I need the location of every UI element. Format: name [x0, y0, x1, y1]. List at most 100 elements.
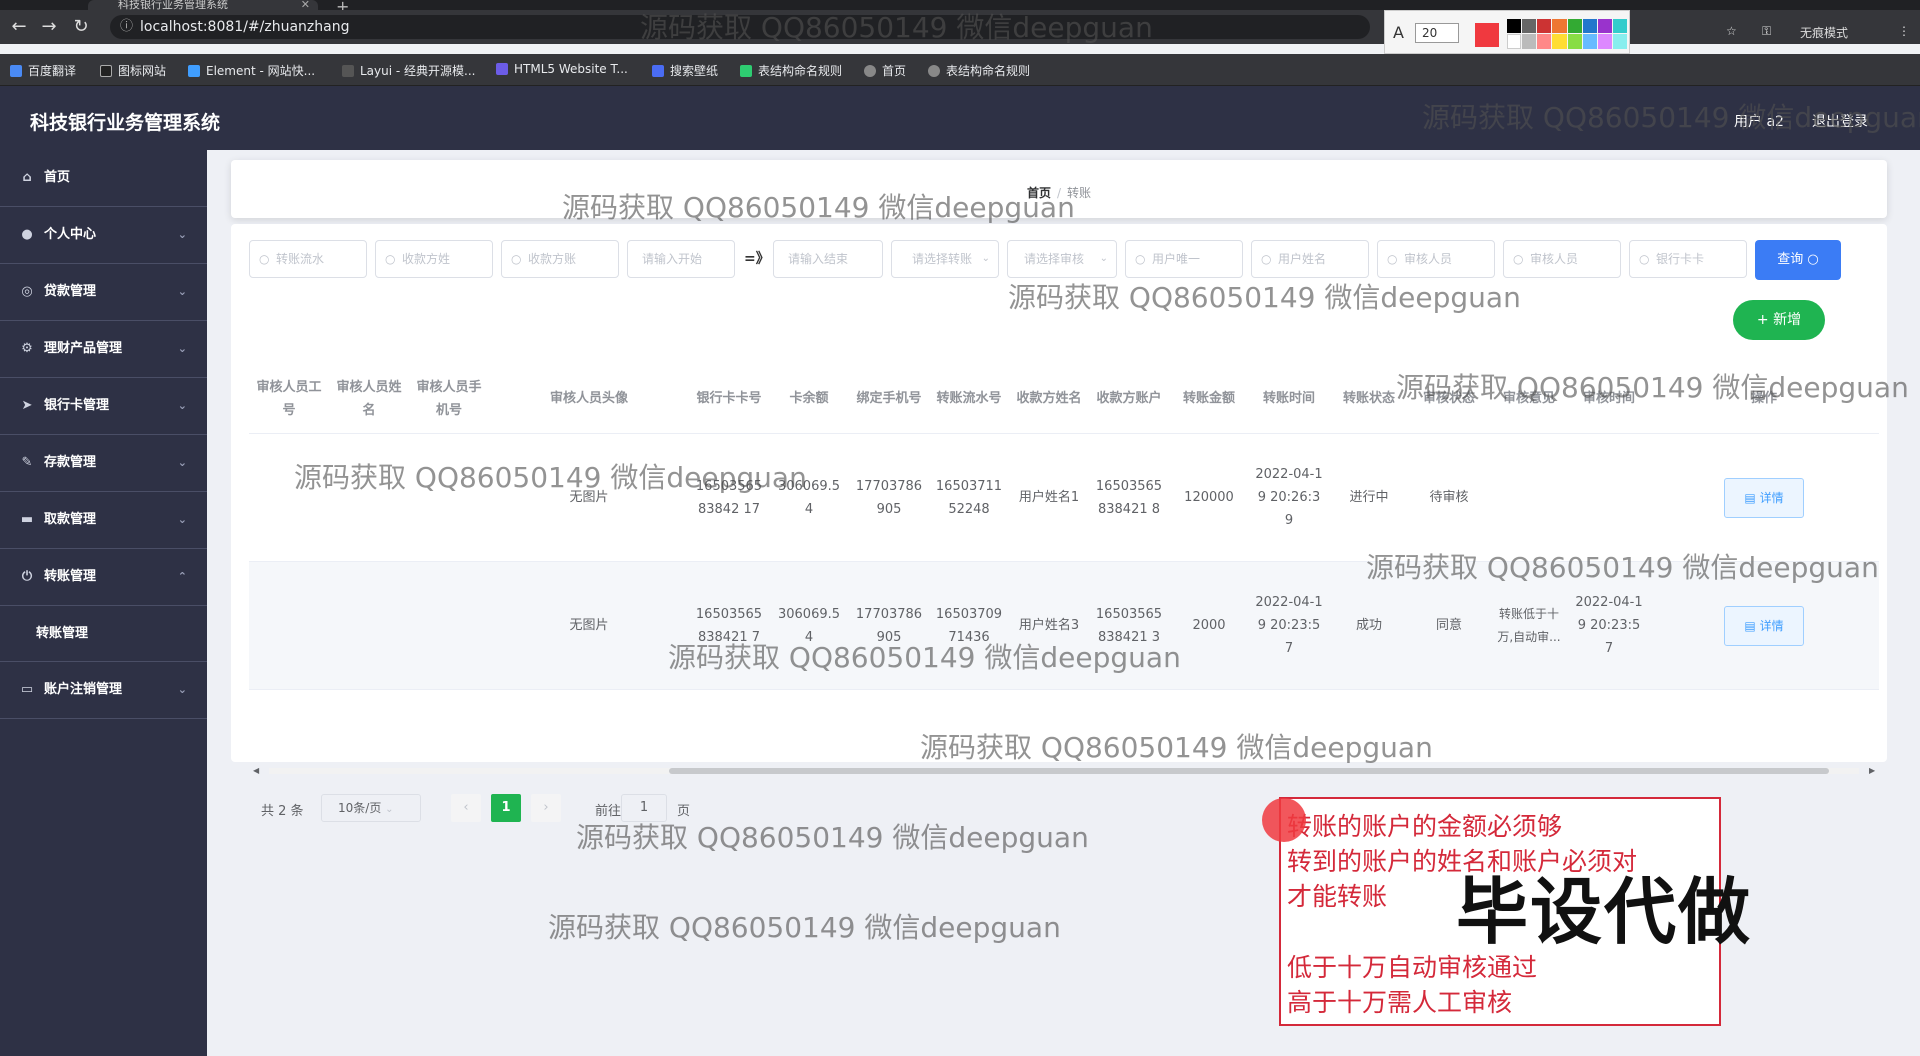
bookmark-item[interactable]: 表结构命名规则: [740, 62, 842, 79]
search-input[interactable]: ○ 收款方姓: [375, 240, 493, 278]
sidebar-item-account-close[interactable]: ▭ 账户注销管理 ⌄: [0, 662, 207, 719]
horizontal-scrollbar[interactable]: ◀ ▶: [249, 764, 1879, 778]
search-input[interactable]: ○ 用户姓名: [1251, 240, 1369, 278]
detail-button[interactable]: ▤ 详情: [1724, 477, 1804, 518]
breadcrumb-home[interactable]: 首页: [1027, 186, 1051, 200]
browser-tab[interactable]: 科技银行业务管理系统 ✕: [88, 0, 318, 10]
search-icon: ○: [511, 252, 522, 266]
column-header: 银行卡卡号: [696, 391, 762, 406]
table-cell: 2022-04-19 20:26:39: [1255, 467, 1323, 528]
incognito-label[interactable]: 无痕模式: [1800, 24, 1848, 41]
search-icon: ○: [1807, 252, 1819, 267]
content-card: ○ 转账流水 ○ 收款方姓 ○ 收款方账 请输入开始 =》 请输入结束 请选择转账 ⌄ …: [231, 224, 1887, 822]
close-tab-icon[interactable]: ✕: [301, 0, 310, 10]
sidebar-item-deposits[interactable]: ✎ 存款管理 ⌄: [0, 435, 207, 492]
promo-text: 毕设代做: [1456, 870, 1753, 954]
column-header: 审核人员姓名: [336, 379, 402, 418]
url-input[interactable]: ⓘ localhost:8081/#/zhuanzhang: [110, 15, 1370, 39]
column-header: 审核人员工号: [256, 379, 322, 418]
reload-icon[interactable]: ↻: [70, 16, 92, 38]
search-input[interactable]: ○ 审核人员: [1377, 240, 1495, 278]
bookmark-item[interactable]: 图标网站: [100, 62, 166, 79]
column-header: 审核时间: [1582, 391, 1635, 406]
power-icon: ⏻: [21, 569, 33, 584]
font-size-select[interactable]: 20: [1415, 23, 1459, 43]
table-cell: 120000: [1184, 490, 1234, 505]
scroll-right-icon[interactable]: ▶: [1869, 764, 1875, 778]
breadcrumb-separator: /: [1056, 186, 1062, 200]
bookmark-item[interactable]: Layui - 经典开源模...: [342, 62, 475, 79]
current-page[interactable]: 1: [491, 794, 521, 822]
column-header: 收款方姓名: [1016, 391, 1082, 406]
chevron-up-icon: ⌃: [177, 570, 187, 583]
current-color-swatch[interactable]: [1475, 23, 1499, 47]
table-cell: [1489, 434, 1569, 561]
color-palette[interactable]: [1507, 19, 1627, 49]
detail-button[interactable]: ▤ 详情: [1724, 605, 1804, 646]
app-header: 科技银行业务管理系统 用户 a2 退出登录: [0, 86, 1920, 150]
chevron-down-icon: ⌄: [177, 513, 187, 526]
user-icon: ●: [21, 227, 33, 242]
site-info-icon[interactable]: ⓘ: [120, 15, 133, 39]
star-icon[interactable]: ☆: [1726, 24, 1737, 38]
query-button[interactable]: 查询 ○: [1755, 240, 1841, 280]
sidebar-item-products[interactable]: ⚙ 理财产品管理 ⌄: [0, 321, 207, 378]
table-cell: 16503565838421 8: [1095, 478, 1163, 517]
sidebar-item-withdrawals[interactable]: ▬ 取款管理 ⌄: [0, 492, 207, 549]
chevron-down-icon: ⌄: [385, 804, 394, 815]
sidebar-item-profile[interactable]: ● 个人中心 ⌄: [0, 207, 207, 264]
search-input[interactable]: ○ 转账流水: [249, 240, 367, 278]
table-cell: [249, 434, 329, 561]
bookmark-item[interactable]: 表结构命名规则: [928, 62, 1030, 79]
bookmark-item[interactable]: HTML5 Website T...: [496, 62, 628, 76]
chevron-down-icon: ⌄: [1099, 253, 1108, 264]
sidebar-item-cards[interactable]: ➤ 银行卡管理 ⌄: [0, 378, 207, 435]
prev-page-button[interactable]: ‹: [451, 794, 481, 822]
goto-page-input[interactable]: 1: [621, 794, 667, 822]
column-header: 转账时间: [1262, 391, 1315, 406]
table-cell: 16503565838421 7: [695, 606, 763, 645]
page-unit-label: 页: [677, 804, 691, 819]
logout-link[interactable]: 退出登录: [1812, 111, 1868, 131]
start-date-input[interactable]: 请输入开始: [627, 240, 735, 278]
action-cell: ▤ 详情: [1649, 562, 1879, 689]
text-tool-icon[interactable]: A: [1393, 23, 1404, 42]
audit-status-select[interactable]: 请选择审核 ⌄: [1007, 240, 1117, 278]
sidebar-subitem-transfers[interactable]: 转账管理: [0, 606, 207, 662]
search-input[interactable]: ○ 收款方账: [501, 240, 619, 278]
scroll-track[interactable]: [269, 768, 1859, 774]
next-page-button[interactable]: ›: [531, 794, 561, 822]
key-icon[interactable]: ⚿: [1762, 24, 1771, 39]
edit-icon: ✎: [21, 455, 33, 470]
bookmark-item[interactable]: 搜索壁纸: [652, 62, 718, 79]
sidebar-item-loans[interactable]: ◎ 贷款管理 ⌄: [0, 264, 207, 321]
column-header: 绑定手机号: [856, 391, 922, 406]
scroll-left-icon[interactable]: ◀: [253, 764, 259, 778]
sidebar-item-transfers[interactable]: ⏻ 转账管理 ⌃: [0, 549, 207, 606]
table-cell: 17703786905: [855, 606, 923, 645]
search-input[interactable]: ○ 银行卡卡: [1629, 240, 1747, 278]
transfer-status-select[interactable]: 请选择转账 ⌄: [891, 240, 999, 278]
table-row: 无图片 16503565838421 7 306069.54 177037869…: [249, 562, 1879, 690]
add-button[interactable]: + 新增: [1733, 300, 1825, 340]
bookmark-item[interactable]: Element - 网站快...: [188, 62, 315, 79]
page-size-select[interactable]: 10条/页 ⌄: [321, 794, 421, 822]
sidebar-item-home[interactable]: ⌂ 首页: [0, 150, 207, 207]
end-date-input[interactable]: 请输入结束: [773, 240, 883, 278]
bookmark-item[interactable]: 百度翻译: [10, 62, 76, 79]
bookmark-item[interactable]: 首页: [864, 62, 906, 79]
table-header: 审核人员工号 审核人员姓名 审核人员手机号 审核人员头像 银行卡卡号 卡余额 绑…: [249, 364, 1879, 434]
back-icon[interactable]: ←: [8, 16, 30, 38]
table-cell: 17703786905: [855, 478, 923, 517]
chevron-down-icon: ⌄: [177, 342, 187, 355]
forward-icon[interactable]: →: [38, 16, 60, 38]
column-header: 操作: [1750, 391, 1777, 406]
breadcrumb: 首页 / 转账: [231, 184, 1887, 201]
annotation-toolbar: A 20: [1384, 10, 1630, 54]
menu-icon[interactable]: ⋮: [1898, 24, 1910, 38]
search-input[interactable]: ○ 用户唯一: [1125, 240, 1243, 278]
scroll-thumb[interactable]: [669, 768, 1829, 774]
search-icon: ○: [385, 252, 396, 266]
chevron-down-icon: ⌄: [177, 683, 187, 696]
search-input[interactable]: ○ 审核人员: [1503, 240, 1621, 278]
